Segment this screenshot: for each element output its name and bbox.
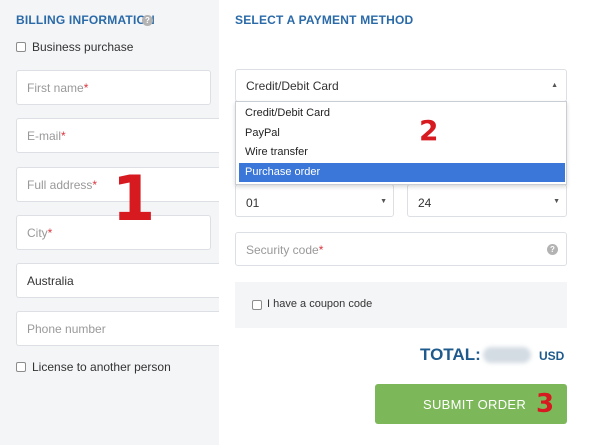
question-circle-icon[interactable]: ?	[547, 244, 558, 255]
phone-field[interactable]: Phone number	[16, 311, 219, 346]
payment-method-menu: Credit/Debit Card PayPal Wire transfer P…	[235, 101, 567, 185]
submit-order-label: SUBMIT ORDER	[423, 397, 527, 412]
payment-panel	[219, 0, 598, 445]
country-value: Australia	[27, 274, 74, 288]
caret-down-icon: ▼	[380, 198, 387, 205]
menu-item-purchase-order[interactable]: Purchase order	[239, 163, 565, 182]
coupon-checkbox[interactable]	[252, 300, 262, 310]
payment-title: SELECT A PAYMENT METHOD	[235, 13, 414, 27]
expiry-month-select[interactable]: 01 ▼	[235, 184, 394, 217]
coupon-section: I have a coupon code	[235, 282, 567, 328]
full-address-placeholder: Full address*	[27, 178, 98, 192]
security-code-placeholder: Security code*	[246, 243, 324, 257]
annotation-marker-2: 2	[419, 114, 439, 147]
payment-method-select[interactable]: Credit/Debit Card ▲	[235, 69, 567, 102]
license-label: License to another person	[32, 360, 171, 374]
menu-item-credit-card[interactable]: Credit/Debit Card	[239, 104, 565, 123]
coupon-label: I have a coupon code	[267, 298, 373, 310]
billing-title: BILLING INFORMATION	[16, 13, 155, 27]
first-name-placeholder: First name*	[27, 81, 89, 95]
annotation-marker-1: 1	[112, 162, 156, 235]
email-field[interactable]: E-mail*	[16, 118, 219, 153]
business-purchase-label: Business purchase	[32, 40, 134, 54]
first-name-field[interactable]: First name*	[16, 70, 211, 105]
total-label: TOTAL:	[420, 345, 481, 364]
total-currency: USD	[539, 349, 565, 363]
payment-method-value: Credit/Debit Card	[246, 79, 339, 93]
city-placeholder: City*	[27, 226, 53, 240]
expiry-year-select[interactable]: 24 ▼	[407, 184, 567, 217]
menu-item-paypal[interactable]: PayPal	[239, 124, 565, 143]
expiry-year-value: 24	[418, 196, 432, 210]
expiry-month-value: 01	[246, 196, 260, 210]
caret-up-icon: ▲	[551, 82, 558, 89]
menu-item-wire-transfer[interactable]: Wire transfer	[239, 143, 565, 162]
country-select[interactable]: Australia	[16, 263, 219, 298]
caret-down-icon: ▼	[553, 198, 560, 205]
license-checkbox[interactable]	[16, 362, 26, 372]
total-amount-redacted	[483, 347, 531, 363]
security-code-field[interactable]: Security code* ?	[235, 232, 567, 266]
email-placeholder: E-mail*	[27, 129, 66, 143]
question-circle-icon[interactable]: ?	[142, 15, 153, 26]
phone-placeholder: Phone number	[27, 322, 106, 336]
annotation-marker-3: 3	[536, 389, 555, 419]
business-purchase-checkbox[interactable]	[16, 42, 26, 52]
